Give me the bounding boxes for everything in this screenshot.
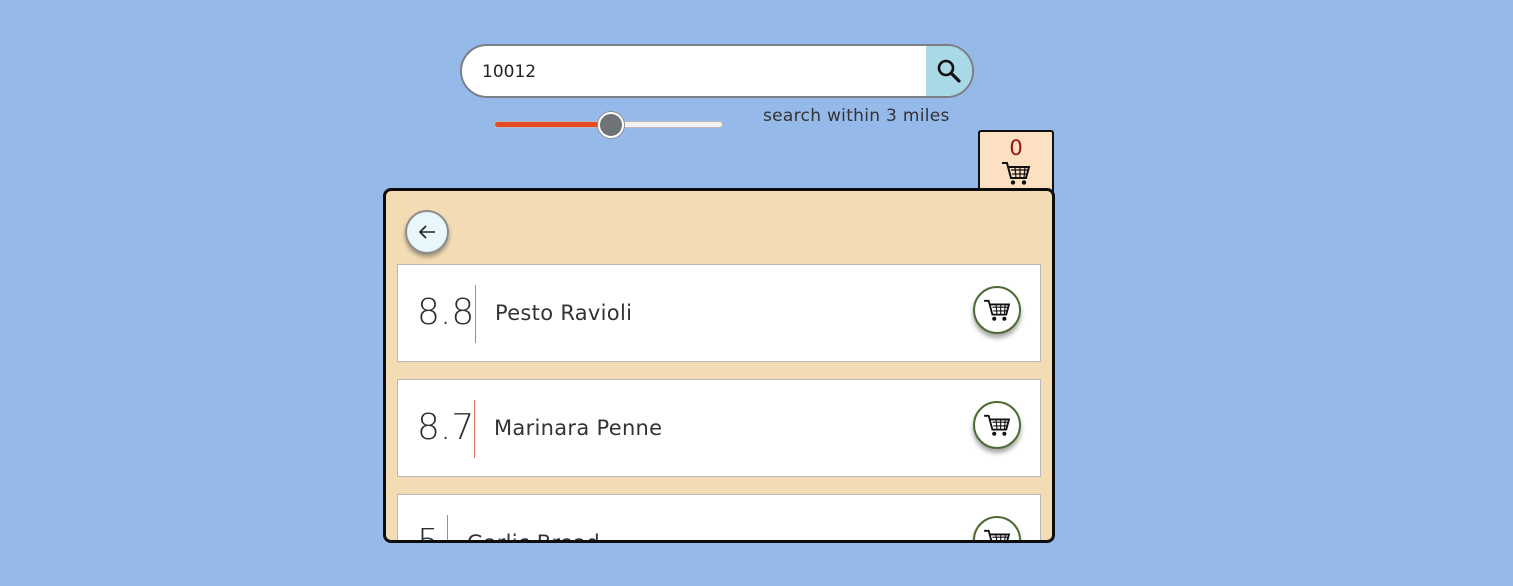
item-divider [447,515,448,540]
item-name: Pesto Ravioli [495,301,633,325]
menu-item: 8.8 Pesto Ravioli [397,264,1041,362]
results-panel: 8.8 Pesto Ravioli 8.7 Marinara Penne 5 G… [383,188,1055,543]
item-divider [475,285,476,343]
item-name: Marinara Penne [494,416,663,440]
shopping-cart-icon [984,529,1011,540]
menu-item: 8.7 Marinara Penne [397,379,1041,477]
search-icon [937,59,961,83]
cart-count: 0 [1009,136,1023,160]
back-button[interactable] [405,210,449,254]
arrow-left-icon [418,225,435,239]
radius-slider[interactable] [494,112,723,138]
zipcode-search-input[interactable] [480,46,924,96]
shopping-cart-icon [984,299,1011,321]
radius-slider-fill [495,122,609,127]
radius-slider-thumb[interactable] [597,112,624,138]
search-button[interactable] [926,46,972,96]
item-divider [474,400,475,458]
shopping-cart-icon [984,414,1011,436]
add-to-cart-button[interactable] [973,516,1021,540]
add-to-cart-button[interactable] [973,401,1021,449]
cart-tab[interactable]: 0 [978,130,1054,194]
item-name: Garlic Bread [467,531,600,543]
menu-item: 5 Garlic Bread [397,494,1041,543]
add-to-cart-button[interactable] [973,286,1021,334]
radius-label: search within 3 miles [763,106,950,126]
item-score: 5 [417,522,440,543]
item-score: 8.7 [417,407,475,448]
item-score: 8.8 [417,292,475,333]
search-bar [460,44,974,98]
shopping-cart-icon [1002,162,1031,185]
